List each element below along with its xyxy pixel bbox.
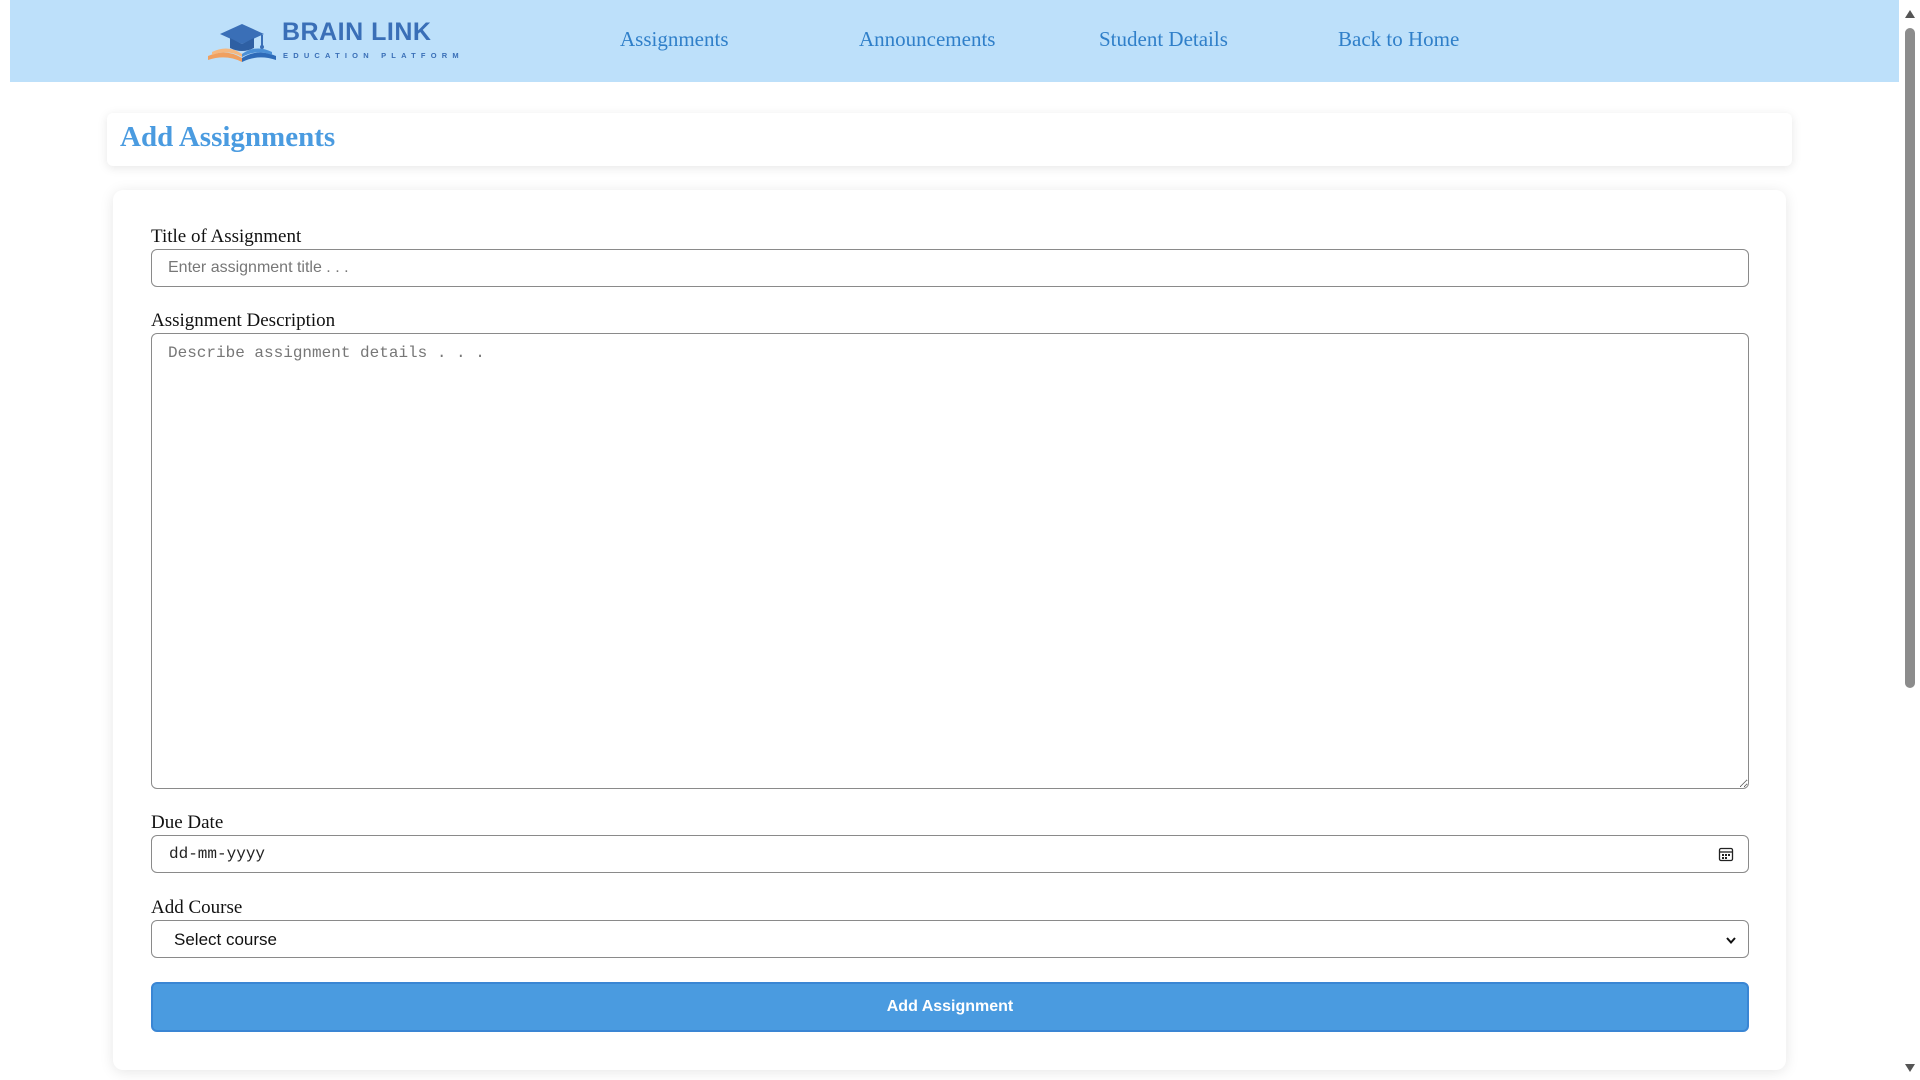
navbar: BRAIN LINK EDUCATION PLATFORM Assignment… <box>10 0 1899 82</box>
graduation-cap-icon <box>208 24 276 62</box>
brand-name: BRAIN LINK <box>282 18 432 46</box>
scroll-down-arrow-icon[interactable] <box>1904 1062 1916 1074</box>
due-date-input[interactable]: dd-mm-yyyy <box>151 835 1749 873</box>
brand-logo[interactable]: BRAIN LINK EDUCATION PLATFORM <box>196 14 459 66</box>
course-select-value: Select course <box>174 930 277 949</box>
add-assignment-button[interactable]: Add Assignment <box>151 982 1749 1032</box>
brand-tagline: EDUCATION PLATFORM <box>283 51 464 60</box>
scroll-up-arrow-icon[interactable] <box>1904 8 1916 20</box>
course-select[interactable]: Select course <box>151 920 1749 958</box>
page: BRAIN LINK EDUCATION PLATFORM Assignment… <box>0 0 1920 1080</box>
course-label: Add Course <box>151 897 243 918</box>
description-label: Assignment Description <box>151 310 336 331</box>
nav-link-assignments[interactable]: Assignments <box>620 27 729 52</box>
page-header-card: Add Assignments <box>107 113 1792 166</box>
assignment-description-textarea[interactable] <box>151 333 1749 789</box>
chevron-down-icon <box>1726 937 1736 945</box>
due-date-label: Due Date <box>151 812 224 833</box>
due-date-placeholder: dd-mm-yyyy <box>169 845 266 863</box>
scrollbar-thumb[interactable] <box>1905 28 1915 688</box>
page-title: Add Assignments <box>120 121 336 153</box>
calendar-icon[interactable] <box>1718 846 1734 862</box>
assignment-title-input[interactable] <box>151 249 1749 287</box>
nav-link-back-to-home[interactable]: Back to Home <box>1338 27 1459 52</box>
add-assignment-form: Title of Assignment Assignment Descripti… <box>113 190 1786 1070</box>
nav-link-announcements[interactable]: Announcements <box>859 27 995 52</box>
nav-link-student-details[interactable]: Student Details <box>1099 27 1228 52</box>
vertical-scrollbar[interactable] <box>1900 0 1920 1080</box>
title-label: Title of Assignment <box>151 226 302 247</box>
